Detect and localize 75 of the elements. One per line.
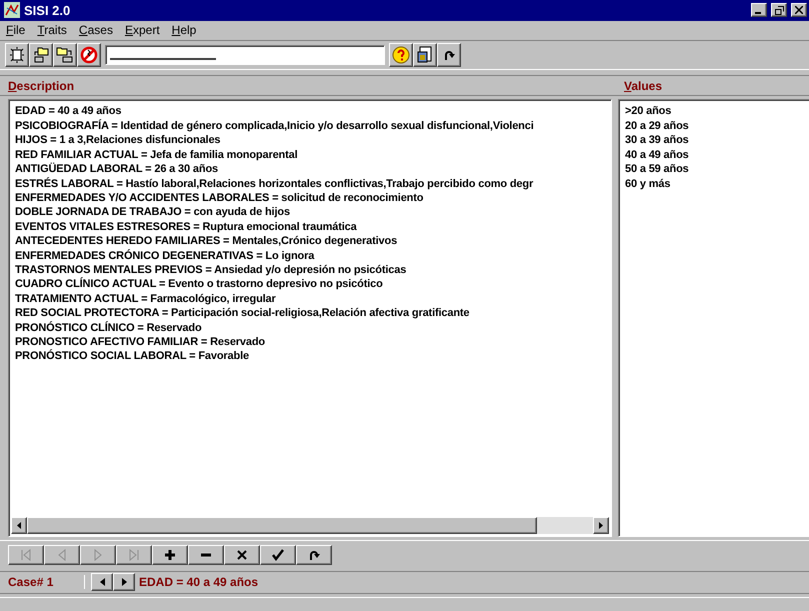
value-item[interactable]: 40 a 49 años xyxy=(625,148,803,162)
record-button[interactable] xyxy=(188,545,224,566)
toolbar-button[interactable] xyxy=(29,43,53,68)
redo-icon xyxy=(307,548,321,562)
record-button[interactable] xyxy=(152,545,188,566)
plus-icon xyxy=(163,548,177,562)
value-item[interactable]: 50 a 59 años xyxy=(625,162,803,177)
trait-line: PRONÓSTICO CLÍNICO = Reservado xyxy=(15,320,203,335)
menu-item[interactable]: Help xyxy=(172,23,196,38)
menu-item[interactable]: File xyxy=(6,23,26,38)
trait-line: TRASTORNOS MENTALES PREVIOS = Ansiedad y/o depresión no psicóticas xyxy=(15,262,408,277)
value-item[interactable]: 30 a 39 años xyxy=(625,133,803,148)
value-item[interactable]: >20 años xyxy=(625,104,803,119)
record-button[interactable] xyxy=(224,545,260,566)
progress-line-icon xyxy=(110,58,216,60)
folder-icon xyxy=(32,46,50,64)
value-item[interactable]: 60 y más xyxy=(625,176,803,191)
trait-line: ANTIGÜEDAD LABORAL = 26 a 30 años xyxy=(15,162,219,177)
input-field[interactable] xyxy=(105,45,385,66)
trait-line: PRONÓSTICO SOCIAL LABORAL = Favorable xyxy=(15,349,250,364)
trait-line: TRATAMIENTO ACTUAL = Farmacológico, irregular xyxy=(15,292,277,306)
toolbar-button[interactable] xyxy=(389,43,413,68)
restore-icon xyxy=(774,6,784,15)
toolbar-button[interactable] xyxy=(53,43,77,68)
record-button[interactable] xyxy=(260,545,296,566)
stop-icon xyxy=(80,46,98,64)
value-item[interactable]: 20 a 29 años xyxy=(625,118,803,134)
toolbar-button[interactable] xyxy=(413,43,437,68)
close-icon xyxy=(795,6,803,14)
help-icon xyxy=(392,46,410,64)
trait-line: RED SOCIAL PROTECTORA = Participación social-religiosa,Relación afectiva gratificante xyxy=(15,306,470,321)
values-header: Values xyxy=(623,78,664,93)
scroll-right-button[interactable] xyxy=(593,516,609,534)
record-button[interactable] xyxy=(296,545,332,566)
last-record-icon xyxy=(127,548,141,562)
menu-item[interactable]: Traits xyxy=(37,23,67,38)
close-button[interactable] xyxy=(791,3,807,18)
trait-line: PRONOSTICO AFECTIVO FAMILIAR = Reservado xyxy=(15,334,266,349)
document-icon xyxy=(416,46,434,64)
left-arrow-icon xyxy=(100,578,104,586)
app-logo-icon xyxy=(4,2,20,18)
new-document-icon xyxy=(8,46,26,64)
folder-icon xyxy=(56,46,74,64)
minimize-button[interactable] xyxy=(751,3,767,18)
trait-line: ENFERMEDADES Y/O ACCIDENTES LABORALES = solicitud de reconocimiento xyxy=(15,190,424,206)
trait-line: DOBLE JORNADA DE TRABAJO = con ayuda de hijos xyxy=(15,205,291,220)
trait-line: EVENTOS VITALES ESTRESORES = Ruptura emocional traumática xyxy=(15,220,358,234)
trait-line: ESTRÉS LABORAL = Hastío laboral,Relaciones horizontales conflictivas,Trabajo percibido como degr xyxy=(15,176,534,191)
scroll-left-button[interactable] xyxy=(11,516,27,534)
redo-icon xyxy=(442,48,456,62)
toolbar-button[interactable] xyxy=(5,43,29,68)
toolbar-button[interactable] xyxy=(437,43,461,68)
current-trait: EDAD = 40 a 49 años xyxy=(139,575,258,590)
menu-item[interactable]: Cases xyxy=(78,23,113,38)
trait-line: CUADRO CLÍNICO ACTUAL = Evento o trastorno depresivo no psicótico xyxy=(15,277,384,292)
trait-line: HIJOS = 1 a 3,Relaciones disfuncionales xyxy=(15,133,222,148)
trait-line: ENFERMEDADES CRÓNICO DEGENERATIVAS = Lo ignora xyxy=(15,248,316,263)
previous-button[interactable] xyxy=(91,573,113,592)
right-arrow-icon xyxy=(122,578,126,586)
description-header: Description xyxy=(7,78,76,93)
menu-item[interactable]: Expert xyxy=(124,23,160,38)
close-icon xyxy=(235,548,249,562)
trait-line: PSICOBIOGRAFÍA = Identidad de género complicada,Inicio y/o desarrollo sexual disfuncional,Violenci xyxy=(15,118,535,134)
case-number: Case# 1 xyxy=(8,575,85,590)
toolbar-button[interactable] xyxy=(77,43,101,68)
window-title: SISI 2.0 xyxy=(24,2,72,18)
trait-line: ANTECEDENTES HEREDO FAMILIARES = Mentales,Crónico degenerativos xyxy=(15,234,398,249)
trait-line: EDAD = 40 a 49 años xyxy=(15,104,122,119)
checkmark-icon xyxy=(271,548,285,562)
restore-button[interactable] xyxy=(771,3,787,18)
left-arrow-icon xyxy=(17,522,21,529)
trait-line: RED FAMILIAR ACTUAL = Jefa de familia monoparental xyxy=(15,148,299,162)
next-button[interactable] xyxy=(113,573,135,592)
right-arrow-icon xyxy=(599,522,603,529)
first-record-icon xyxy=(19,548,33,562)
